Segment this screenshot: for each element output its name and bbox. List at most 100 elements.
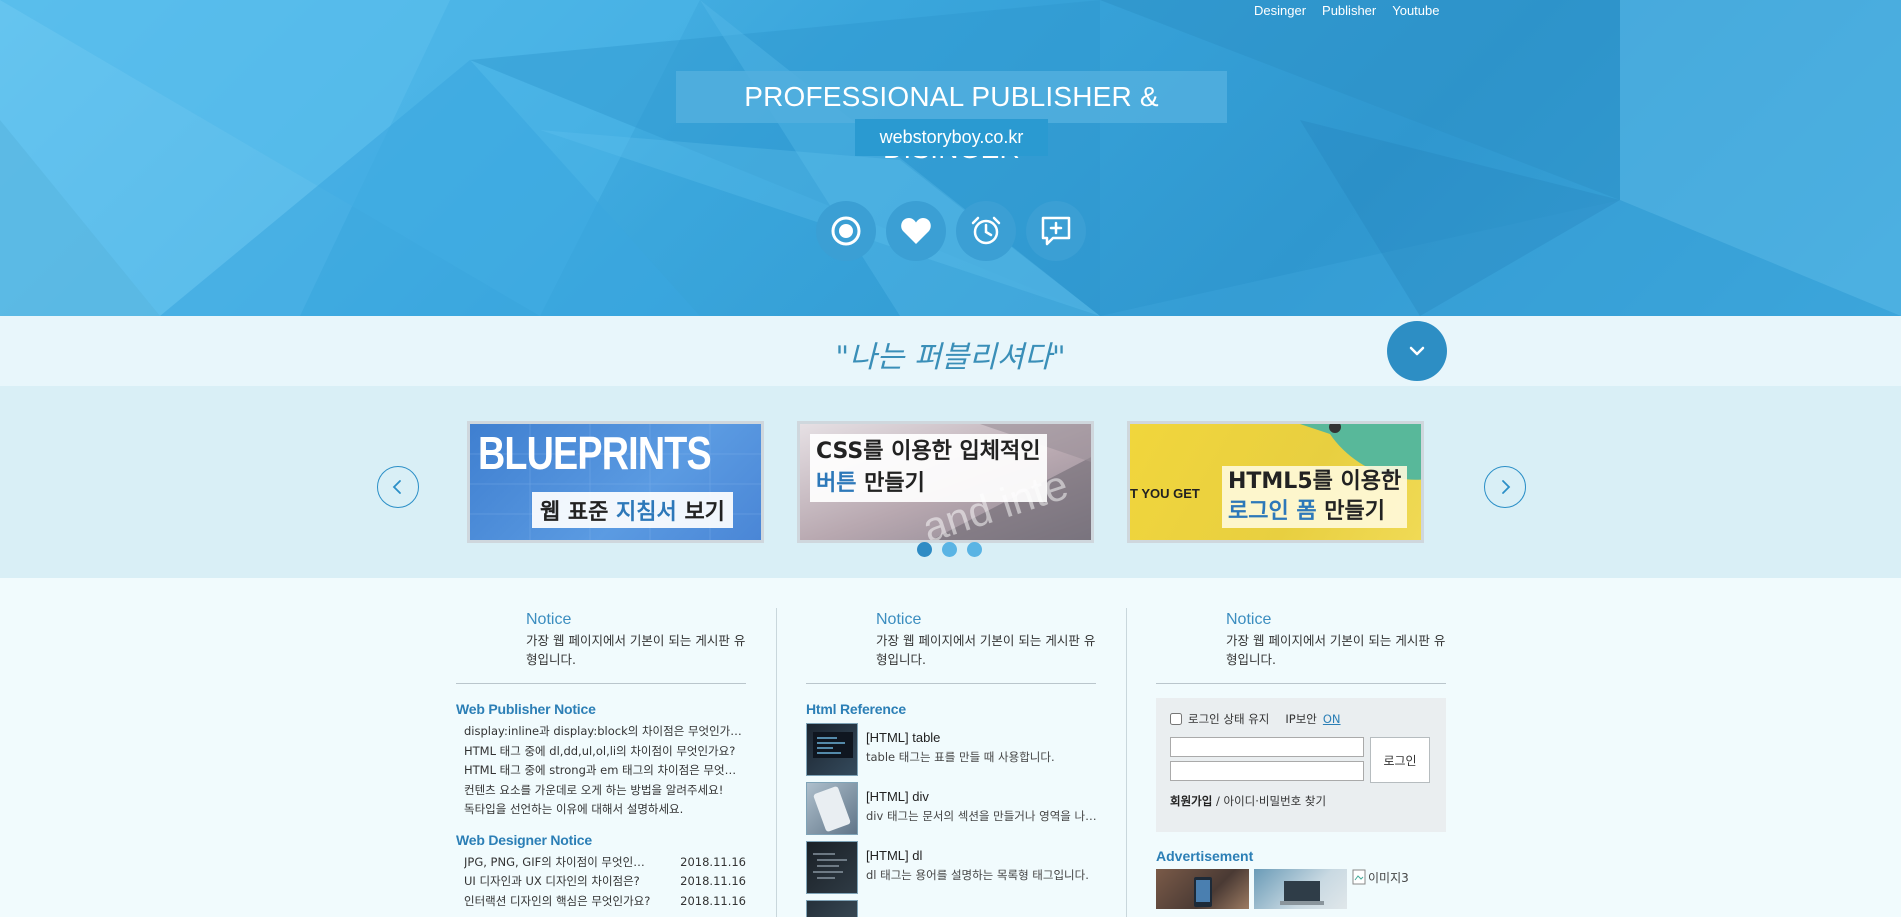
ad-alt-text: 이미지3 [1368,871,1409,885]
signup-link[interactable]: 회원가입 [1170,794,1212,808]
slide-css-caption: CSS를 이용한 입체적인 버튼 만들기 [810,434,1047,502]
broken-image-icon [1352,869,1366,885]
publisher-column: Notice 가장 웹 페이지에서 기본이 되는 게시판 유형입니다. Web … [456,608,746,911]
login-links: 회원가입 / 아이디·비밀번호 찾기 [1170,793,1432,809]
login-column: Notice 가장 웹 페이지에서 기본이 되는 게시판 유형입니다. 로그인 … [1156,608,1446,909]
reference-desc: div 태그는 문서의 섹션을 만들거나 영역을 나눌 때 사용합니다. [866,809,1098,823]
nav-publisher-link[interactable]: Publisher [1322,3,1376,18]
publisher-notice-title[interactable]: Web Publisher Notice [456,701,746,717]
nav-designer-link[interactable]: Desinger [1254,3,1306,18]
caption-text: 만들기 [1316,499,1386,524]
alarm-button[interactable] [956,201,1016,261]
ad-image-3[interactable]: 이미지3 [1352,869,1409,909]
content-area: Notice 가장 웹 페이지에서 기본이 되는 게시판 유형입니다. Web … [0,578,1901,917]
ip-security-toggle[interactable]: ON [1323,712,1341,726]
site-url[interactable]: webstoryboy.co.kr [855,119,1048,156]
login-form: 로그인 상태 유지 IP보안 ON 로그인 회원가입 / 아이디·비밀번호 찾기 [1156,698,1446,832]
item-title: JPG, PNG, GIF의 차이점이 무엇인가요? [464,854,654,869]
caption-highlight: 지침서 [616,500,677,525]
login-button[interactable]: 로그인 [1370,737,1430,783]
list-item[interactable]: UI 디자인과 UX 디자인의 차이점은? 2018.11.16 [464,872,746,892]
banner-slider: BLUEPRINTS 웹 표준 지침서 보기 and inte CSS를 이용한… [0,386,1901,578]
find-account-link[interactable]: / 아이디·비밀번호 찾기 [1212,794,1326,808]
code-editor-image [813,853,847,879]
item-date: 2018.11.16 [680,854,746,869]
divider [456,683,746,684]
slide-css-button[interactable]: and inte CSS를 이용한 입체적인 버튼 만들기 [797,421,1094,543]
reference-item[interactable]: [HTML] table table 태그는 표를 만들 때 사용합니다. [806,723,1096,776]
list-item[interactable]: 인터랙션 디자인의 핵심은 무엇인가요? 2018.11.16 [464,892,746,912]
notice-title[interactable]: Notice [876,611,1096,629]
heart-icon [901,218,931,244]
heart-button[interactable] [886,201,946,261]
nav-youtube-link[interactable]: Youtube [1392,3,1439,18]
list-item[interactable]: HTML 태그 중에 dl,dd,ul,ol,li의 차이점이 무엇인가요? [464,742,746,762]
chevron-down-icon [1409,346,1425,356]
notice-title[interactable]: Notice [1226,611,1446,629]
caption-line: CSS를 이용한 입체적인 [816,439,1041,464]
record-button[interactable] [816,201,876,261]
scroll-down-button[interactable] [1387,321,1447,381]
caption-highlight: 로그인 폼 [1228,499,1317,524]
keep-login-label: 로그인 상태 유지 [1188,712,1270,726]
caption-text: 만들기 [856,471,925,496]
reference-title: [HTML] div [866,789,929,804]
list-item[interactable]: 컨텐츠 요소를 가운데로 오게 하는 방법을 알려주세요! [464,781,746,801]
item-date: 2018.11.16 [680,874,746,888]
slide-blueprints[interactable]: BLUEPRINTS 웹 표준 지침서 보기 [467,421,764,543]
slogan-bar: "나는 퍼블리셔다" [0,316,1901,386]
reference-thumbnail [806,782,858,835]
slide-blueprints-caption: 웹 표준 지침서 보기 [532,492,733,528]
advertisement-title: Advertisement [1156,848,1254,864]
ad-image-2[interactable] [1254,869,1347,909]
list-item[interactable]: 독타입을 선언하는 이유에 대해서 설명하세요. [464,800,746,820]
slide-html5-bg-text: T YOU GET [1130,486,1200,501]
reference-thumbnail [806,841,858,894]
caption-highlight: 버튼 [816,471,857,496]
reference-title: [HTML] table [866,730,941,745]
item-title: 인터랙션 디자인의 핵심은 무엇인가요? [464,893,651,908]
notice-desc: 가장 웹 페이지에서 기본이 되는 게시판 유형입니다. [526,633,746,667]
html-reference-title[interactable]: Html Reference [806,701,1096,717]
caption-text: 웹 표준 [540,500,617,525]
item-title: UI 디자인과 UX 디자인의 차이점은? [464,874,640,888]
notice-block: Notice 가장 웹 페이지에서 기본이 되는 게시판 유형입니다. [526,611,746,669]
notice-block: Notice 가장 웹 페이지에서 기본이 되는 게시판 유형입니다. [876,611,1096,669]
chevron-left-icon [392,480,401,494]
phone-photo [1194,877,1212,907]
notice-block: Notice 가장 웹 페이지에서 기본이 되는 게시판 유형입니다. [1226,611,1446,669]
advertisement-list: 이미지3 [1156,869,1446,909]
notice-desc: 가장 웹 페이지에서 기본이 되는 게시판 유형입니다. [876,633,1096,667]
login-inputs [1170,737,1364,783]
notice-title[interactable]: Notice [526,611,746,629]
username-input[interactable] [1170,737,1364,757]
reference-item[interactable]: [HTML] dl dl 태그는 용어를 설명하는 목록형 태그입니다. [806,841,1096,894]
ad-image-1[interactable] [1156,869,1249,909]
keep-login-checkbox[interactable] [1170,713,1182,725]
slider-dot-1[interactable] [917,542,932,557]
reference-title: [HTML] dl [866,848,923,863]
reference-thumbnail [806,900,858,917]
list-item[interactable]: display:inline과 display:block의 차이점은 무엇인가… [464,722,746,742]
column-divider [776,608,777,917]
record-icon [831,216,861,246]
divider [806,683,1096,684]
reference-thumbnail [806,723,858,776]
list-item[interactable]: HTML 태그 중에 strong과 em 태그의 차이점은 무엇인가요? [464,761,746,781]
caption-text: 보기 [676,500,725,525]
reference-item[interactable] [806,900,1096,917]
slider-dot-3[interactable] [967,542,982,557]
add-comment-icon [1041,216,1071,246]
slide-html5-login[interactable]: T YOU GET HTML5를 이용한 로그인 폼 만들기 [1127,421,1424,543]
slider-next-button[interactable] [1484,466,1526,508]
reference-item[interactable]: [HTML] div div 태그는 문서의 섹션을 만들거나 영역을 나눌 때 … [806,782,1098,835]
top-navigation: Desinger Publisher Youtube [1254,3,1439,18]
slider-prev-button[interactable] [377,466,419,508]
add-comment-button[interactable] [1026,201,1086,261]
list-item[interactable]: JPG, PNG, GIF의 차이점이 무엇인가요? 2018.11.16 [464,853,746,873]
slogan-text: "나는 퍼블리셔다" [835,340,1066,375]
slider-dot-2[interactable] [942,542,957,557]
tablet-image [813,786,851,832]
password-input[interactable] [1170,761,1364,781]
designer-notice-title[interactable]: Web Designer Notice [456,832,746,848]
